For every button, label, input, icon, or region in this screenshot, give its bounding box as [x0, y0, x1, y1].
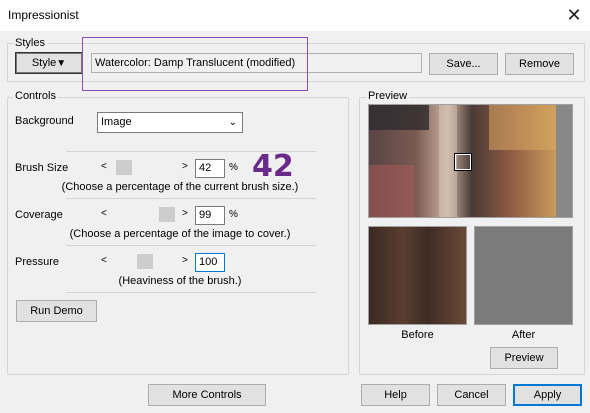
brush-size-label: Brush Size [15, 162, 69, 174]
style-button-label: Style [31, 57, 57, 69]
styles-group-label: Styles [13, 37, 47, 49]
chevron-down-icon: ⌄ [228, 117, 237, 128]
cancel-button[interactable]: Cancel [437, 384, 506, 406]
dropdown-arrow-icon: ▼ [56, 58, 67, 69]
separator [66, 292, 316, 293]
annotation-number: 42 [252, 149, 294, 184]
pressure-input[interactable]: 100 [195, 253, 225, 272]
preview-region-marker[interactable] [455, 154, 471, 170]
background-label: Background [15, 115, 74, 127]
preview-button[interactable]: Preview [490, 347, 558, 369]
controls-group-label: Controls [13, 90, 58, 102]
separator [66, 198, 316, 199]
coverage-increase-arrow[interactable]: > [182, 208, 188, 219]
coverage-label: Coverage [15, 209, 63, 221]
remove-button[interactable]: Remove [505, 53, 574, 75]
before-image [368, 226, 467, 325]
before-label: Before [401, 329, 434, 341]
brush-size-hint: (Choose a percentage of the current brus… [61, 181, 299, 193]
run-demo-button[interactable]: Run Demo [16, 300, 97, 322]
brush-size-slider-thumb[interactable] [116, 160, 132, 175]
help-button[interactable]: Help [361, 384, 430, 406]
pressure-decrease-arrow[interactable]: < [101, 255, 107, 266]
close-icon[interactable]: ✕ [564, 5, 584, 25]
separator [66, 245, 316, 246]
pressure-label: Pressure [15, 256, 60, 268]
preview-image[interactable] [368, 104, 573, 218]
title-bar [0, 0, 590, 31]
brush-size-increase-arrow[interactable]: > [182, 161, 188, 172]
more-controls-button[interactable]: More Controls [148, 384, 266, 406]
brush-size-unit: % [229, 162, 238, 173]
coverage-decrease-arrow[interactable]: < [101, 208, 107, 219]
background-select[interactable]: Image ⌄ [97, 112, 243, 133]
pressure-slider-thumb[interactable] [137, 254, 153, 269]
coverage-hint: (Choose a percentage of the image to cov… [69, 228, 291, 240]
preview-group-label: Preview [366, 90, 410, 102]
pressure-increase-arrow[interactable]: > [182, 255, 188, 266]
brush-size-input[interactable]: 42 [195, 159, 225, 178]
window-title: Impressionist [8, 8, 79, 22]
brush-size-decrease-arrow[interactable]: < [101, 161, 107, 172]
style-button[interactable]: Style▼ [15, 52, 83, 74]
after-image [474, 226, 573, 325]
apply-button[interactable]: Apply [513, 384, 582, 406]
pressure-hint: (Heaviness of the brush.) [118, 275, 242, 287]
coverage-unit: % [229, 209, 238, 220]
coverage-slider-thumb[interactable] [159, 207, 175, 222]
save-button[interactable]: Save... [429, 53, 498, 75]
after-label: After [511, 329, 536, 341]
background-select-value: Image [101, 116, 132, 128]
annotation-highlight-box [82, 37, 308, 91]
coverage-input[interactable]: 99 [195, 206, 225, 225]
